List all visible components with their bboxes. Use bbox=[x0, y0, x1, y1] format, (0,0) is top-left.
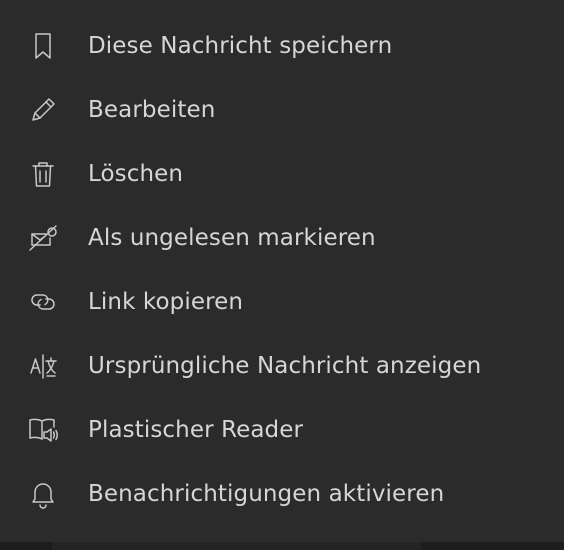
translate-icon bbox=[26, 349, 60, 383]
menu-item-notifications[interactable]: Benachrichtigungen aktivieren bbox=[0, 462, 564, 526]
menu-item-show-original[interactable]: Ursprüngliche Nachricht anzeigen bbox=[0, 334, 564, 398]
menu-item-label: Als ungelesen markieren bbox=[88, 225, 376, 251]
bottom-edge-left bbox=[0, 542, 52, 550]
bell-icon bbox=[26, 477, 60, 511]
menu-item-label: Bearbeiten bbox=[88, 97, 216, 123]
menu-item-label: Benachrichtigungen aktivieren bbox=[88, 481, 445, 507]
menu-item-label: Löschen bbox=[88, 161, 184, 187]
pencil-icon bbox=[26, 93, 60, 127]
menu-item-edit[interactable]: Bearbeiten bbox=[0, 78, 564, 142]
unread-icon bbox=[26, 221, 60, 255]
immersive-reader-icon bbox=[26, 413, 60, 447]
menu-item-save-message[interactable]: Diese Nachricht speichern bbox=[0, 14, 564, 78]
window-bottom-edge bbox=[0, 542, 564, 550]
menu-item-delete[interactable]: Löschen bbox=[0, 142, 564, 206]
menu-item-label: Link kopieren bbox=[88, 289, 244, 315]
link-icon bbox=[26, 285, 60, 319]
menu-item-copy-link[interactable]: Link kopieren bbox=[0, 270, 564, 334]
trash-icon bbox=[26, 157, 60, 191]
menu-item-label: Ursprüngliche Nachricht anzeigen bbox=[88, 353, 482, 379]
message-context-menu: Diese Nachricht speichern Bearbeiten Lös… bbox=[0, 0, 564, 542]
menu-item-mark-unread[interactable]: Als ungelesen markieren bbox=[0, 206, 564, 270]
menu-item-label: Diese Nachricht speichern bbox=[88, 33, 393, 59]
bookmark-icon bbox=[26, 29, 60, 63]
menu-item-label: Plastischer Reader bbox=[88, 417, 304, 443]
menu-item-immersive-reader[interactable]: Plastischer Reader bbox=[0, 398, 564, 462]
bottom-edge-right bbox=[422, 542, 564, 550]
